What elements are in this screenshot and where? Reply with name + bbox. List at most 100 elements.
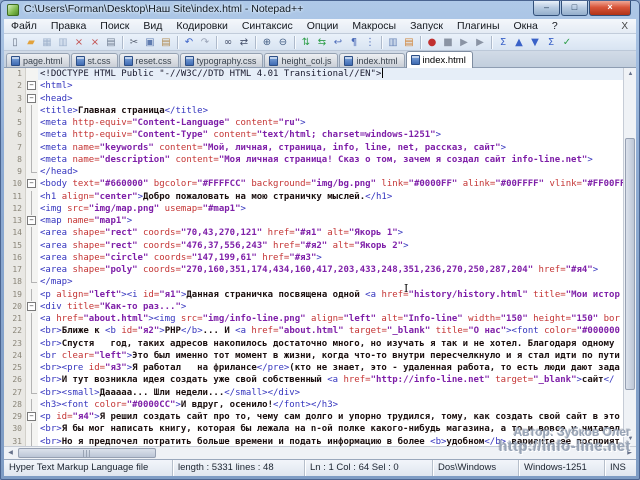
code-text[interactable]: <h1 align="center">Добро пожаловать на м… (38, 191, 623, 203)
editor-line-20[interactable]: 20− <div title="Как-то раз..."> (4, 300, 623, 313)
editor-line-14[interactable]: 14 <area shape="rect" coords="70,43,270,1… (4, 227, 623, 240)
code-text[interactable]: <br>Ближе к <b id="я2">PHP</b>... И <a h… (38, 325, 623, 337)
save-file-icon[interactable]: ▦ (39, 35, 55, 50)
editor-line-7[interactable]: 7 <meta name="keywords" content="Мой, лич… (4, 141, 623, 154)
menu-item-3[interactable]: Поиск (93, 19, 136, 33)
code-text[interactable]: <meta http-equiv="Content-Language" cont… (38, 117, 623, 129)
horizontal-scrollbar-thumb[interactable] (18, 448, 156, 458)
editor-line-25[interactable]: 25 <br><pre id="я3">Я работал на фрилансе… (4, 362, 623, 375)
scroll-down-arrow-icon[interactable]: ▼ (624, 433, 636, 446)
tab-st.css-2[interactable]: st.css (70, 53, 118, 67)
menu-item-8[interactable]: Макросы (345, 19, 403, 33)
maximize-button[interactable]: □ (561, 1, 588, 16)
document-close-x[interactable]: X (613, 21, 636, 32)
editor-line-9[interactable]: 9 </head> (4, 166, 623, 179)
code-text[interactable]: <head> (38, 93, 623, 105)
editor-line-30[interactable]: 30 <br>Я бы мог написать книгу, которая б… (4, 423, 623, 436)
record-macro-icon[interactable]: ● (424, 35, 440, 50)
editor-line-23[interactable]: 23 <br>Спустя год, таких адресов накопило… (4, 337, 623, 350)
editor-line-12[interactable]: 12 <img src="img/map.png" usemap="#map1"> (4, 202, 623, 215)
code-text[interactable]: <meta http-equiv="Content-Type" content=… (38, 129, 623, 141)
editor-line-10[interactable]: 10− <body text="#660000" bgcolor="#FFFFCC… (4, 178, 623, 191)
vertical-scrollbar-thumb[interactable] (625, 138, 635, 390)
code-text[interactable]: <area shape="circle" coords="147,199,61"… (38, 252, 623, 264)
editor-line-5[interactable]: 5 <meta http-equiv="Content-Language" con… (4, 117, 623, 130)
fold-collapse-icon[interactable]: − (27, 216, 36, 225)
new-file-icon[interactable]: ▯ (7, 35, 23, 50)
replace-icon[interactable]: ⇄ (236, 35, 252, 50)
editor-line-31[interactable]: 31 <br>Но я предпочел потратить больше вр… (4, 435, 623, 447)
play-macro-icon[interactable]: ▶ (456, 35, 472, 50)
editor-line-18[interactable]: 18 </map> (4, 276, 623, 289)
code-text[interactable]: <br>Спустя год, таких адресов накопилось… (38, 338, 623, 350)
print-icon[interactable]: ▤ (103, 35, 119, 50)
open-file-icon[interactable]: ▰ (23, 35, 39, 50)
code-text[interactable]: </head> (38, 166, 623, 178)
title-bar[interactable]: C:\Users\Forman\Desktop\Наш Site\index.h… (1, 1, 639, 19)
undo-icon[interactable]: ↶ (181, 35, 197, 50)
code-text[interactable]: <div title="Как-то раз..."> (38, 301, 623, 313)
close-button[interactable]: × (589, 1, 631, 16)
editor-line-26[interactable]: 26 <br>И тут возникла идея создать уже св… (4, 374, 623, 387)
code-text[interactable]: <br><pre id="я3">Я работал на фрилансе</… (38, 362, 623, 374)
tab-index.html-7[interactable]: index.html (405, 51, 473, 68)
close-file-icon[interactable]: × (71, 35, 87, 50)
sort-descending-icon[interactable]: ▼ (527, 35, 543, 50)
editor-line-19[interactable]: 19 <p align="left"><i id="я1">Данная стра… (4, 288, 623, 301)
menu-item-6[interactable]: Синтаксис (235, 19, 300, 33)
fold-collapse-icon[interactable]: − (27, 412, 36, 421)
sum-icon[interactable]: Σ (495, 35, 511, 50)
close-all-icon[interactable]: × (87, 35, 103, 50)
menu-item-11[interactable]: Окна (507, 19, 545, 33)
scroll-up-arrow-icon[interactable]: ▲ (624, 68, 636, 81)
editor-lines[interactable]: 1 <!DOCTYPE HTML Public "-//W3C//DTD HTML… (4, 68, 623, 446)
code-text[interactable]: <area shape="rect" coords="70,43,270,121… (38, 227, 623, 239)
tab-reset.css-3[interactable]: reset.css (118, 53, 179, 67)
document-map-icon[interactable]: ▥ (385, 35, 401, 50)
code-text[interactable]: <p id="я4">Я решил создать сайт про то, … (38, 411, 623, 423)
find-icon[interactable]: ∞ (220, 35, 236, 50)
code-text[interactable]: <!DOCTYPE HTML Public "-//W3C//DTD HTML … (38, 68, 623, 81)
code-text[interactable]: <html> (38, 80, 623, 92)
code-text[interactable]: <map name="map1"> (38, 215, 623, 227)
editor-line-13[interactable]: 13− <map name="map1"> (4, 215, 623, 228)
fold-collapse-icon[interactable]: − (27, 93, 36, 103)
code-text[interactable]: <title>Главная страница</title> (38, 105, 623, 117)
code-text[interactable]: <br>Но я предпочел потратить больше врем… (38, 436, 623, 447)
editor-pane[interactable]: 1 <!DOCTYPE HTML Public "-//W3C//DTD HTML… (4, 68, 636, 446)
sync-vertical-scroll-icon[interactable]: ⇅ (298, 35, 314, 50)
menu-item-5[interactable]: Кодировки (169, 19, 234, 33)
horizontal-scrollbar[interactable]: ◀ ▶ (4, 446, 636, 459)
menu-item-10[interactable]: Плагины (450, 19, 507, 33)
save-all-icon[interactable]: ▥ (55, 35, 71, 50)
code-text[interactable]: </map> (38, 276, 623, 288)
editor-line-15[interactable]: 15 <area shape="rect" coords="476,37,556,… (4, 239, 623, 252)
editor-line-11[interactable]: 11 <h1 align="center">Добро пожаловать на… (4, 190, 623, 203)
code-text[interactable]: <h3><font color="#0000CC">И вдруг, осени… (38, 399, 623, 411)
editor-line-22[interactable]: 22 <br>Ближе к <b id="я2">PHP</b>... И <a… (4, 325, 623, 338)
code-text[interactable]: <area shape="poly" coords="270,160,351,1… (38, 264, 623, 276)
zoom-in-icon[interactable]: ⊕ (259, 35, 275, 50)
cut-icon[interactable]: ✂ (126, 35, 142, 50)
menu-item-2[interactable]: Правка (44, 19, 93, 33)
tab-page.html-1[interactable]: page.html (6, 53, 70, 67)
editor-line-17[interactable]: 17 <area shape="poly" coords="270,160,351… (4, 264, 623, 277)
code-text[interactable]: <p align="left"><i id="я1">Данная страни… (38, 289, 623, 301)
sum-alt-icon[interactable]: Σ (543, 35, 559, 50)
code-text[interactable]: <img src="img/map.png" usemap="#map1"> (38, 203, 623, 215)
show-all-chars-icon[interactable]: ¶ (346, 35, 362, 50)
menu-item-12[interactable]: ? (545, 19, 565, 33)
editor-line-3[interactable]: 3− <head> (4, 92, 623, 105)
tab-height_col.js-5[interactable]: height_col.js (264, 53, 339, 67)
editor-line-4[interactable]: 4 <title>Главная страница</title> (4, 104, 623, 117)
editor-line-8[interactable]: 8 <meta name="description" content="Моя л… (4, 153, 623, 166)
code-text[interactable]: <meta name="keywords" content="Мой, личн… (38, 142, 623, 154)
sync-horizontal-scroll-icon[interactable]: ⇆ (314, 35, 330, 50)
menu-item-4[interactable]: Вид (136, 19, 169, 33)
code-text[interactable]: <meta name="description" content="Моя ли… (38, 154, 623, 166)
fold-collapse-icon[interactable]: − (27, 179, 36, 189)
editor-line-1[interactable]: 1 <!DOCTYPE HTML Public "-//W3C//DTD HTML… (4, 68, 623, 81)
editor-line-28[interactable]: 28 <h3><font color="#0000CC">И вдруг, осе… (4, 398, 623, 411)
editor-line-24[interactable]: 24 <br clear="left">Это был именно тот мо… (4, 349, 623, 362)
code-text[interactable]: <br>Я бы мог написать книгу, которая бы … (38, 423, 623, 435)
